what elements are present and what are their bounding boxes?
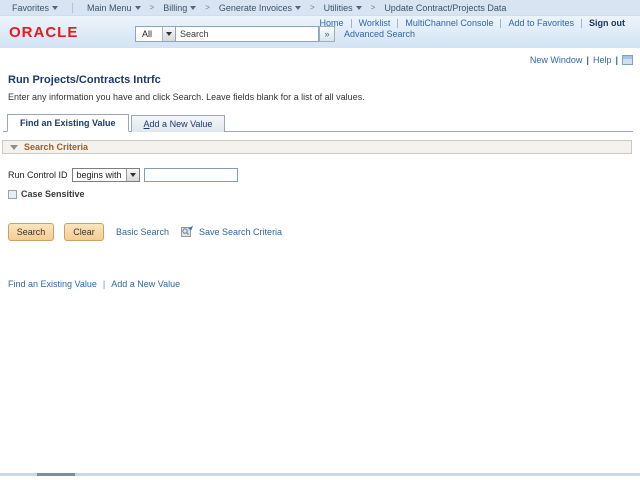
footer-links: Find an Existing Value | Add a New Value: [8, 279, 640, 289]
search-criteria-header[interactable]: Search Criteria: [2, 140, 632, 154]
search-go-button[interactable]: »: [319, 26, 335, 42]
search-scope-value: All: [142, 29, 153, 39]
chevron-down-icon: [190, 5, 197, 10]
chevron-down-icon: [134, 5, 141, 10]
breadcrumb-item-label: Generate Invoices: [218, 2, 292, 13]
run-control-id-input[interactable]: [143, 168, 238, 182]
breadcrumb-divider: [72, 2, 74, 13]
new-window-link[interactable]: New Window: [530, 55, 583, 65]
search-actions-row: Search Clear Basic Search Save Search Cr…: [8, 223, 640, 241]
link-divider: [581, 18, 582, 28]
breadcrumb-item-label: Main Menu: [87, 2, 132, 13]
multichannel-console-link[interactable]: MultiChannel Console: [405, 18, 493, 28]
global-search-bar: All » Advanced Search: [135, 26, 415, 42]
basic-search-link[interactable]: Basic Search: [116, 227, 169, 237]
favorites-menu[interactable]: Favorites: [12, 2, 59, 13]
chevron-down-icon: [355, 5, 362, 10]
breadcrumb-item-generate-invoices[interactable]: Generate Invoices: [219, 3, 301, 13]
page-utility-links: New Window | Help |: [0, 55, 633, 65]
breadcrumb-item-update-contract-projects-data[interactable]: Update Contract/Projects Data: [384, 3, 506, 13]
case-sensitive-row: Case Sensitive: [8, 189, 640, 199]
footer-find-existing-value-link[interactable]: Find an Existing Value: [8, 279, 97, 289]
clear-button[interactable]: Clear: [64, 223, 104, 241]
header-banner: Home Worklist MultiChannel Console Add t…: [0, 16, 640, 48]
page-instructions: Enter any information you have and click…: [8, 92, 365, 102]
save-search-icon[interactable]: [181, 225, 194, 239]
link-divider: [500, 18, 502, 28]
breadcrumb-item-main-menu[interactable]: Main Menu: [87, 3, 141, 13]
breadcrumb-separator: >: [205, 3, 210, 12]
search-criteria-title: Search Criteria: [24, 142, 89, 152]
operator-select[interactable]: begins with: [71, 168, 140, 182]
tab-add-a-new-value[interactable]: Add a New Value: [130, 115, 226, 132]
collapse-triangle-icon: [10, 144, 18, 150]
footer-add-new-value-link[interactable]: Add a New Value: [111, 279, 180, 289]
link-divider: |: [615, 55, 618, 65]
chevron-down-icon: [125, 169, 139, 181]
breadcrumb-item-utilities[interactable]: Utilities: [324, 3, 362, 13]
tab-find-an-existing-value[interactable]: Find an Existing Value: [7, 114, 129, 132]
case-sensitive-checkbox[interactable]: [8, 189, 17, 199]
save-search-criteria-link[interactable]: Save Search Criteria: [199, 227, 282, 237]
global-search-input[interactable]: [176, 26, 319, 42]
chevron-down-icon: [52, 5, 59, 10]
breadcrumb-item-billing[interactable]: Billing: [163, 2, 197, 13]
window-icon[interactable]: [622, 55, 633, 65]
breadcrumb-item-label: Billing: [163, 2, 188, 13]
page-title: Run Projects/Contracts Intrfc: [8, 74, 161, 86]
favorites-label: Favorites: [12, 2, 50, 13]
horizontal-scrollbar-thumb[interactable]: [37, 473, 75, 476]
horizontal-scrollbar[interactable]: [0, 473, 640, 476]
breadcrumb-separator: >: [149, 3, 155, 12]
help-link[interactable]: Help: [593, 55, 612, 65]
breadcrumb-item-label: Update Contract/Projects Data: [384, 2, 507, 13]
search-button[interactable]: Search: [8, 223, 54, 241]
sign-out-link[interactable]: Sign out: [589, 18, 625, 28]
link-divider: |: [586, 55, 589, 65]
run-control-id-row: Run Control ID begins with: [8, 168, 640, 182]
search-tabs: Find an Existing Value Add a New Value: [3, 113, 633, 132]
breadcrumb-item-label: Utilities: [323, 2, 353, 13]
operator-value: begins with: [76, 170, 122, 180]
add-to-favorites-link[interactable]: Add to Favorites: [508, 18, 574, 28]
breadcrumb-separator: >: [370, 3, 376, 12]
breadcrumb: Favorites Main Menu > Billing > Generate…: [0, 0, 640, 16]
advanced-search-link[interactable]: Advanced Search: [344, 29, 415, 39]
breadcrumb-separator: >: [309, 3, 315, 12]
chevron-down-icon: [294, 5, 301, 10]
run-control-id-label: Run Control ID: [8, 170, 68, 180]
chevron-down-icon: [162, 27, 175, 41]
link-divider: |: [102, 279, 106, 289]
tab-label-rest: dd a New Value: [149, 119, 213, 129]
case-sensitive-label: Case Sensitive: [21, 189, 85, 199]
oracle-logo: ORACLE: [9, 24, 79, 41]
search-scope-select[interactable]: All: [135, 26, 176, 42]
